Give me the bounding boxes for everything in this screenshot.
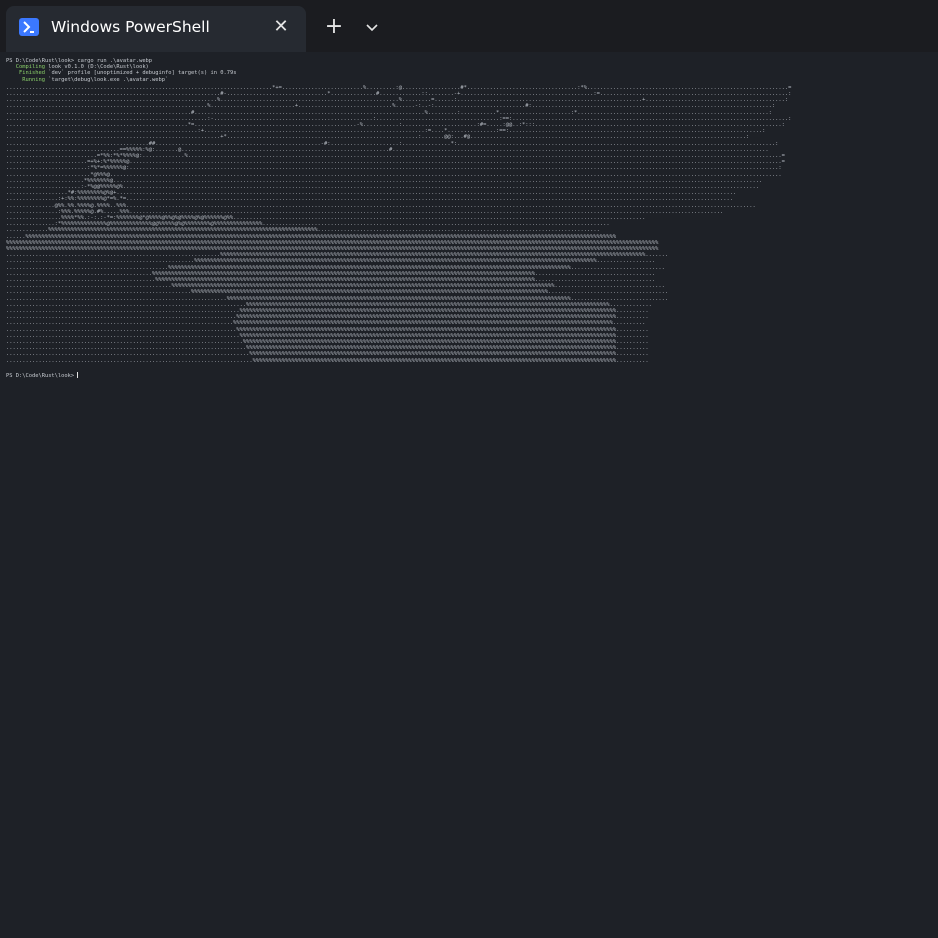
tab-windows-powershell[interactable]: Windows PowerShell ✕ xyxy=(6,6,306,52)
cargo-message: look v0.1.0 (D:\Code\Rust\look) xyxy=(44,64,149,71)
cargo-message: `dev` profile [unoptimized + debuginfo] … xyxy=(44,70,237,77)
cargo-status: Finished xyxy=(6,70,45,77)
cargo-status: Compiling xyxy=(6,64,45,71)
plus-icon: + xyxy=(324,14,344,39)
cargo-message: `target\debug\look.exe .\avatar.webp` xyxy=(44,76,169,83)
cargo-output-line: Running `target\debug\look.exe .\avatar.… xyxy=(6,77,932,83)
ascii-art-output: ........................................… xyxy=(6,85,932,364)
ascii-art-line: ........................................… xyxy=(6,357,649,364)
chevron-down-icon xyxy=(366,24,378,32)
powershell-icon xyxy=(19,18,39,36)
tab-dropdown-button[interactable] xyxy=(358,14,386,42)
title-bar: Windows PowerShell ✕ + xyxy=(0,0,938,52)
terminal-output[interactable]: PS D:\Code\Rust\look> cargo run .\avatar… xyxy=(6,58,932,928)
cargo-status: Running xyxy=(6,76,45,83)
close-icon[interactable]: ✕ xyxy=(270,16,292,38)
command-text: cargo run .\avatar.webp xyxy=(77,58,153,64)
new-tab-button[interactable]: + xyxy=(320,14,348,42)
tab-title: Windows PowerShell xyxy=(51,18,210,36)
final-prompt-line[interactable]: PS D:\Code\Rust\look> xyxy=(6,371,932,379)
text-cursor xyxy=(77,371,79,378)
prompt: PS D:\Code\Rust\look> xyxy=(6,58,78,64)
prompt: PS D:\Code\Rust\look> xyxy=(6,372,78,379)
